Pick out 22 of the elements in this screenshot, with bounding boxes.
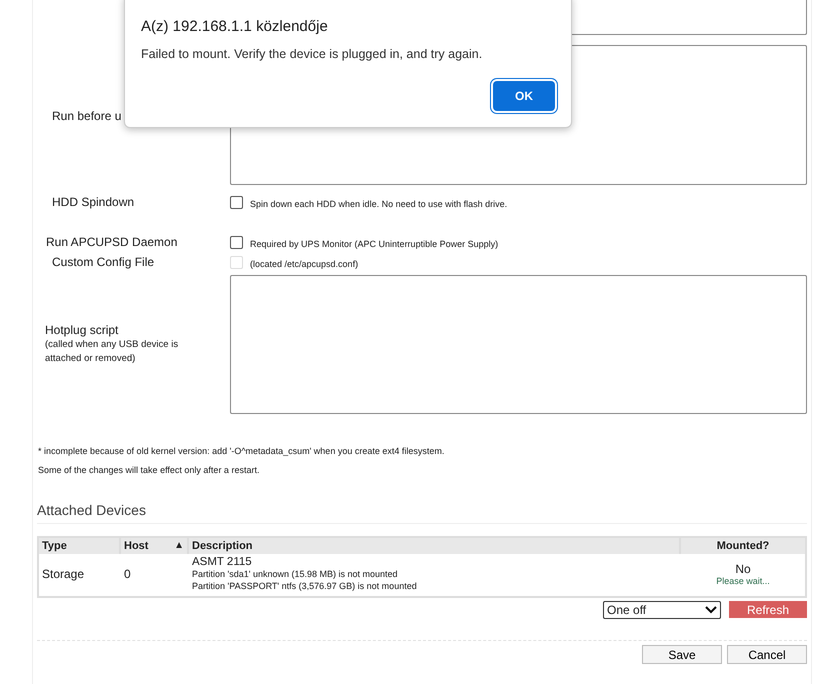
partition-text: Partition 'sda1' unknown (15.98 MB) is not mounted xyxy=(192,568,399,580)
dialog-message: Failed to mount. Verify the device is plugged in, and try again. xyxy=(141,47,482,61)
partition-text: Partition 'PASSPORT' ntfs (3,576.97 GB) is not mounted xyxy=(192,580,418,592)
field-label: Hotplug script xyxy=(45,323,120,337)
dialog-title: A(z) 192.168.1.1 közlendője xyxy=(141,18,328,35)
note-text: Some of the changes will take effect only after a restart. xyxy=(38,465,260,475)
checkbox-label: Required by UPS Monitor (APC Uninterruptible Power Supply) xyxy=(250,239,498,249)
device-name: ASMT 2115 xyxy=(192,556,253,568)
checkbox-label: Spin down each HDD when idle. No need to use with flash drive. xyxy=(250,199,508,209)
field-label: Run before u xyxy=(52,109,122,123)
field-label: HDD Spindown xyxy=(52,195,134,209)
field-hint: (called when any USB device is attached or removed) xyxy=(45,338,180,366)
field-label: Custom Config File xyxy=(52,255,154,269)
status-text: Please wait... xyxy=(716,576,770,586)
table-cell-text: 0 xyxy=(124,567,132,581)
table-cell-text: Storage xyxy=(42,567,86,581)
field-label: Run APCUPSD Daemon xyxy=(46,235,178,249)
checkbox-label: (located /etc/apcupsd.conf) xyxy=(250,259,358,269)
note-text: * incomplete because of old kernel version: add '-O^metadata_csum' when you create ext4 filesystem. xyxy=(38,446,446,456)
section-title: Attached Devices xyxy=(37,502,807,524)
sort-indicator: ▲ xyxy=(174,540,184,552)
mounted-status: No xyxy=(735,562,751,576)
